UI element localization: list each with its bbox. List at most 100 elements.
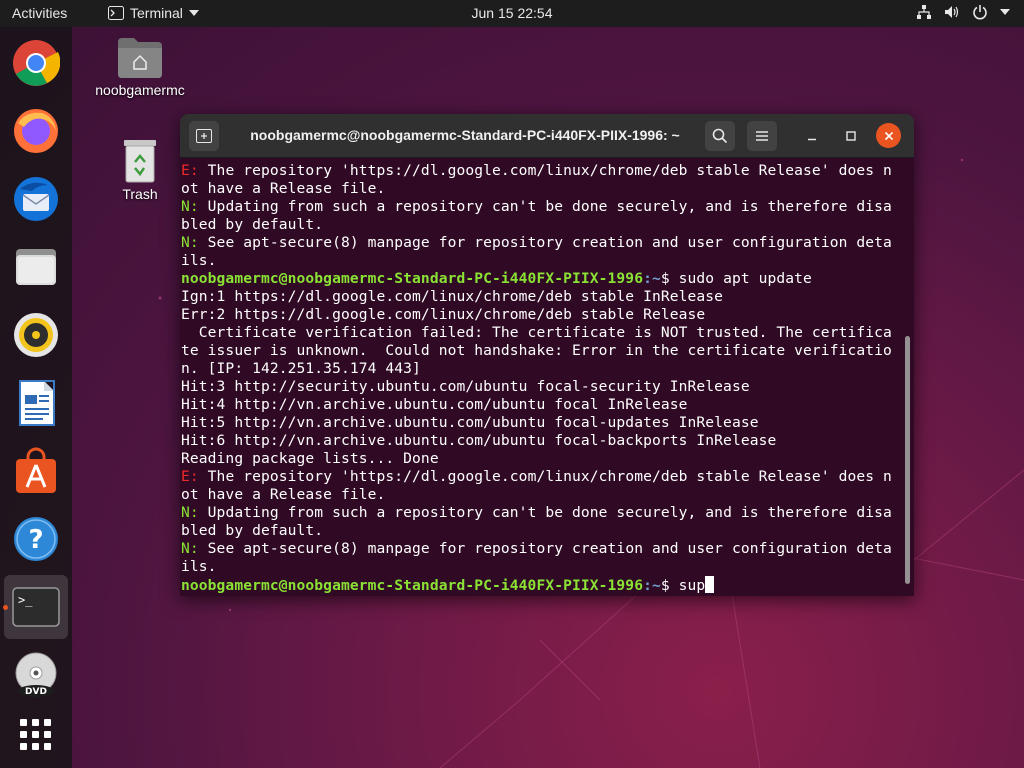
output-text: Updating from such a repository can't be… bbox=[198, 504, 892, 521]
volume-icon bbox=[945, 6, 959, 18]
output-line: n. [IP: 142.251.35.174 443] bbox=[181, 360, 914, 378]
output-text: Hit:5 http://vn.archive.ubuntu.com/ubunt… bbox=[181, 414, 759, 431]
dock-item-rhythmbox[interactable] bbox=[12, 311, 60, 359]
text-cursor bbox=[705, 576, 715, 593]
dock-item-dvd[interactable]: DVD bbox=[12, 651, 60, 699]
terminal-icon: >_ bbox=[12, 587, 60, 627]
help-icon: ? bbox=[14, 517, 58, 561]
output-line: Hit:3 http://security.ubuntu.com/ubuntu … bbox=[181, 378, 914, 396]
menu-button[interactable] bbox=[747, 121, 777, 151]
home-folder-label: noobgamermc bbox=[95, 82, 185, 98]
system-tray[interactable] bbox=[916, 4, 1010, 20]
output-line: ot have a Release file. bbox=[181, 486, 914, 504]
files-icon bbox=[16, 249, 56, 285]
home-folder-icon bbox=[118, 38, 162, 78]
output-line: N: Updating from such a repository can't… bbox=[181, 504, 914, 522]
output-line: ils. bbox=[181, 252, 914, 270]
prompt-path: :~ bbox=[643, 270, 661, 287]
maximize-icon bbox=[846, 131, 856, 141]
output-text: Updating from such a repository can't be… bbox=[198, 198, 892, 215]
dock-item-firefox[interactable] bbox=[12, 107, 60, 155]
dock: ? >_ DVD bbox=[0, 27, 72, 768]
minimize-icon bbox=[808, 138, 816, 141]
dock-item-files[interactable] bbox=[12, 243, 60, 291]
rhythmbox-icon bbox=[14, 313, 58, 357]
desktop-home-folder[interactable]: noobgamermc bbox=[88, 36, 192, 98]
output-line: Err:2 https://dl.google.com/linux/chrome… bbox=[181, 306, 914, 324]
command-text: $ sudo apt update bbox=[660, 270, 812, 287]
prompt-line: noobgamermc@noobgamermc-Standard-PC-i440… bbox=[181, 576, 914, 594]
output-text: n. [IP: 142.251.35.174 443] bbox=[181, 360, 421, 377]
chevron-down-icon bbox=[1000, 9, 1010, 15]
output-line: te issuer is unknown. Could not handshak… bbox=[181, 342, 914, 360]
minimize-button[interactable] bbox=[797, 121, 827, 151]
output-text: Certificate verification failed: The cer… bbox=[181, 324, 892, 341]
app-grid-icon bbox=[20, 719, 51, 750]
dock-item-help[interactable]: ? bbox=[12, 515, 60, 563]
search-button[interactable] bbox=[705, 121, 735, 151]
window-title: noobgamermc@noobgamermc-Standard-PC-i440… bbox=[250, 127, 680, 143]
power-icon bbox=[973, 5, 987, 20]
top-bar: Activities Terminal Jun 15 22:54 bbox=[0, 0, 1024, 27]
note-prefix: N: bbox=[181, 198, 199, 215]
output-line: Reading package lists... Done bbox=[181, 450, 914, 468]
output-text: ils. bbox=[181, 252, 217, 269]
output-line: Certificate verification failed: The cer… bbox=[181, 324, 914, 342]
close-icon bbox=[884, 131, 893, 140]
terminal-headerbar[interactable]: noobgamermc@noobgamermc-Standard-PC-i440… bbox=[180, 114, 914, 158]
output-text: Hit:4 http://vn.archive.ubuntu.com/ubunt… bbox=[181, 396, 688, 413]
search-icon bbox=[712, 128, 728, 144]
output-line: E: The repository 'https://dl.google.com… bbox=[181, 162, 914, 180]
output-line: bled by default. bbox=[181, 216, 914, 234]
output-line: ot have a Release file. bbox=[181, 180, 914, 198]
dock-item-thunderbird[interactable] bbox=[12, 175, 60, 223]
svg-text:?: ? bbox=[28, 525, 43, 555]
dock-item-libreoffice-writer[interactable] bbox=[12, 379, 60, 427]
desktop-trash[interactable]: Trash bbox=[112, 138, 168, 202]
prompt-user-host: noobgamermc@noobgamermc-Standard-PC-i440… bbox=[181, 577, 644, 594]
output-line: Hit:4 http://vn.archive.ubuntu.com/ubunt… bbox=[181, 396, 914, 414]
dock-item-chrome[interactable] bbox=[12, 39, 61, 87]
software-center-icon bbox=[16, 447, 56, 493]
terminal-output[interactable]: E: The repository 'https://dl.google.com… bbox=[180, 160, 914, 596]
output-text: ils. bbox=[181, 558, 217, 575]
output-text: Reading package lists... Done bbox=[181, 450, 439, 467]
error-prefix: E: bbox=[181, 162, 199, 179]
output-line: E: The repository 'https://dl.google.com… bbox=[181, 468, 914, 486]
output-line: N: Updating from such a repository can't… bbox=[181, 198, 914, 216]
dock-item-terminal[interactable]: >_ bbox=[4, 575, 68, 639]
output-text: The repository 'https://dl.google.com/li… bbox=[198, 468, 892, 485]
dock-item-ubuntu-software[interactable] bbox=[12, 447, 60, 495]
output-text: See apt-secure(8) manpage for repository… bbox=[198, 234, 892, 251]
chrome-icon bbox=[13, 40, 61, 86]
output-text: The repository 'https://dl.google.com/li… bbox=[198, 162, 892, 179]
svg-text:>_: >_ bbox=[18, 593, 33, 607]
terminal-window[interactable]: noobgamermc@noobgamermc-Standard-PC-i440… bbox=[180, 114, 914, 596]
show-applications-button[interactable] bbox=[12, 717, 60, 765]
new-tab-button[interactable] bbox=[189, 121, 219, 151]
output-text: te issuer is unknown. Could not handshak… bbox=[181, 342, 892, 359]
clock[interactable]: Jun 15 22:54 bbox=[0, 5, 1024, 21]
output-text: Hit:3 http://security.ubuntu.com/ubuntu … bbox=[181, 378, 750, 395]
svg-text:DVD: DVD bbox=[25, 687, 47, 697]
trash-icon bbox=[124, 140, 156, 183]
output-line: N: See apt-secure(8) manpage for reposit… bbox=[181, 540, 914, 558]
output-line: bled by default. bbox=[181, 522, 914, 540]
running-indicator bbox=[3, 605, 8, 610]
output-line: ils. bbox=[181, 558, 914, 576]
trash-label: Trash bbox=[122, 186, 158, 202]
output-text: See apt-secure(8) manpage for repository… bbox=[198, 540, 892, 557]
close-button[interactable] bbox=[876, 123, 901, 148]
scrollbar[interactable] bbox=[905, 336, 910, 584]
network-icon bbox=[917, 5, 931, 19]
maximize-button[interactable] bbox=[836, 121, 866, 151]
prompt-path: :~ bbox=[643, 577, 661, 594]
note-prefix: N: bbox=[181, 504, 199, 521]
error-prefix: E: bbox=[181, 468, 199, 485]
output-text: ot have a Release file. bbox=[181, 486, 386, 503]
output-line: N: See apt-secure(8) manpage for reposit… bbox=[181, 234, 914, 252]
output-text: Err:2 https://dl.google.com/linux/chrome… bbox=[181, 306, 706, 323]
output-text: bled by default. bbox=[181, 216, 324, 233]
output-text: Ign:1 https://dl.google.com/linux/chrome… bbox=[181, 288, 724, 305]
output-line: Hit:5 http://vn.archive.ubuntu.com/ubunt… bbox=[181, 414, 914, 432]
